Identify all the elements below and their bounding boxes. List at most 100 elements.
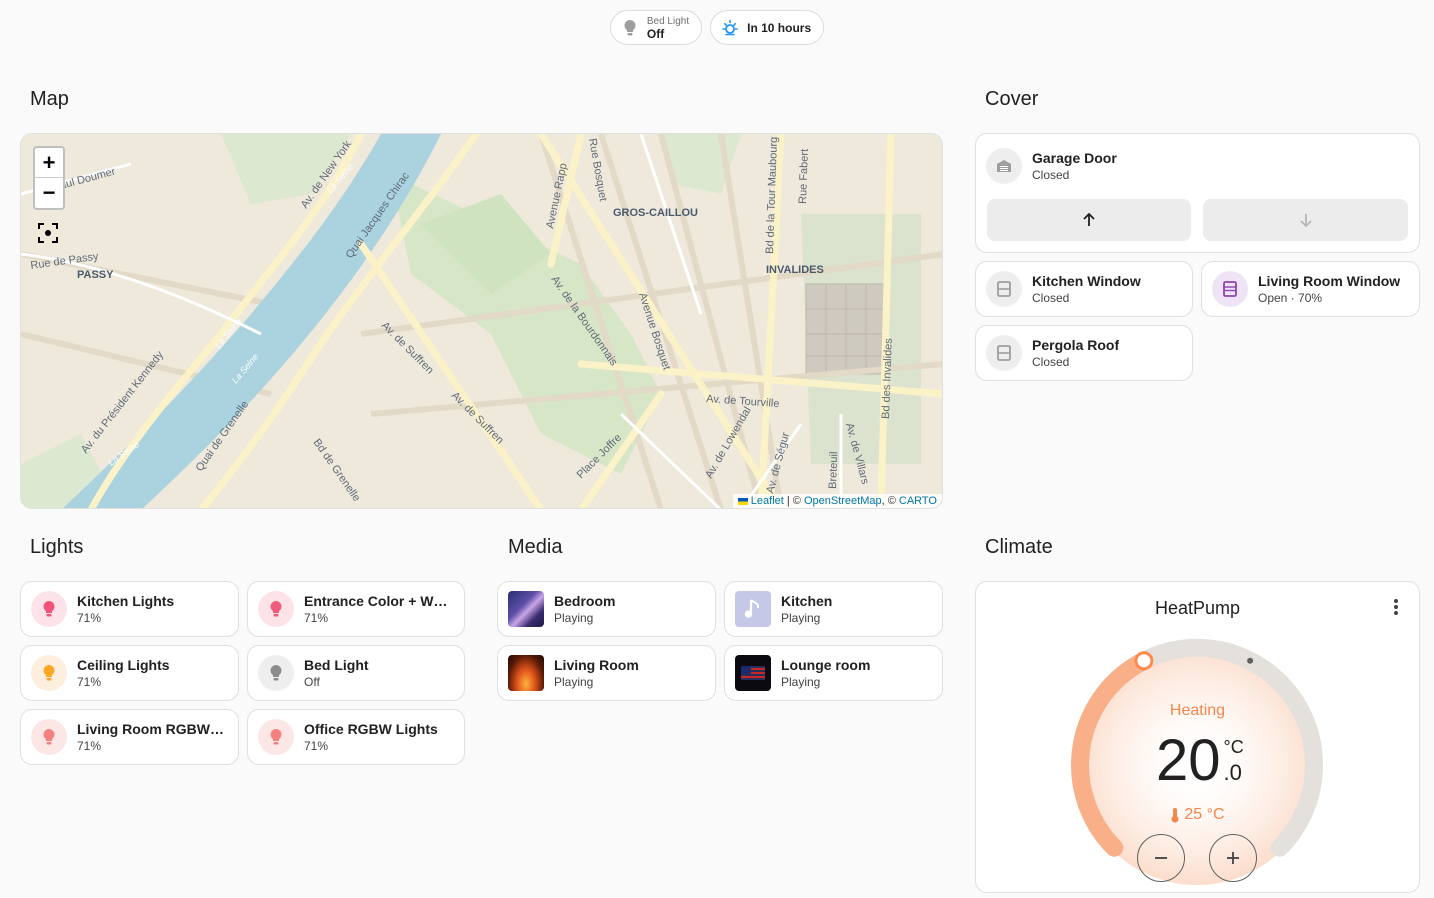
plus-icon: [1227, 852, 1239, 864]
cover-state: Closed: [1032, 291, 1070, 305]
map-attribution: Leaflet | © OpenStreetMap, © CARTO: [732, 494, 942, 508]
window-open-icon: [1212, 271, 1248, 307]
attribution-separator: | ©: [783, 495, 804, 507]
light-state: 71%: [77, 739, 102, 753]
light-name: Ceiling Lights: [77, 657, 170, 673]
cover-tile-kitchen-window[interactable]: Kitchen Window Closed: [975, 261, 1193, 317]
decrease-temperature-button[interactable]: [1137, 834, 1185, 882]
minus-icon: [1155, 857, 1167, 859]
cover-close-button[interactable]: [1203, 199, 1408, 241]
badge-label: Bed Light: [646, 15, 690, 27]
flag-icon: [737, 497, 748, 505]
map-section-title: Map: [30, 88, 69, 110]
target-knob[interactable]: [1134, 651, 1154, 671]
media-state: Playing: [554, 611, 594, 625]
map-card[interactable]: Av. de New York Quai Jacques Chirac Aven…: [20, 133, 943, 509]
svg-text:Rue Fabert: Rue Fabert: [797, 149, 811, 204]
target-temp-unit: °C: [1223, 737, 1244, 757]
media-tile[interactable]: Bedroom Playing: [497, 581, 716, 637]
light-state: 71%: [77, 675, 102, 689]
media-name: Kitchen: [781, 593, 833, 609]
svg-text:GROS-CAILLOU: GROS-CAILLOU: [613, 207, 698, 219]
cover-name: Pergola Roof: [1032, 337, 1120, 353]
cover-name: Kitchen Window: [1032, 273, 1141, 289]
media-tile[interactable]: Lounge room Playing: [724, 645, 943, 701]
up-arrow-icon: [1083, 213, 1095, 226]
zoom-control: + −: [33, 146, 65, 210]
cover-name: Living Room Window: [1258, 273, 1401, 289]
cover-state: Open · 70%: [1258, 291, 1323, 305]
light-name: Kitchen Lights: [77, 593, 175, 609]
media-state: Playing: [554, 675, 594, 689]
cover-state: Closed: [1032, 355, 1070, 369]
thermometer-icon: [1171, 808, 1179, 823]
attribution-separator: , ©: [881, 495, 899, 507]
bulb-icon[interactable]: [258, 719, 294, 755]
current-temp-value: 25 °C: [1184, 806, 1225, 823]
media-name: Living Room: [554, 657, 639, 673]
light-name: Living Room RGBWW Lights: [77, 721, 227, 737]
garage-icon[interactable]: [986, 148, 1022, 184]
light-state: 71%: [77, 611, 102, 625]
bed-light-badge[interactable]: Bed Light Off: [609, 10, 703, 45]
media-name: Bedroom: [554, 593, 616, 609]
light-tile[interactable]: Bed Light Off: [247, 645, 465, 701]
light-tile[interactable]: Living Room RGBWW Lights 71%: [20, 709, 239, 765]
bulb-icon[interactable]: [31, 719, 67, 755]
light-tile[interactable]: Ceiling Lights 71%: [20, 645, 239, 701]
music-note-icon[interactable]: [735, 591, 771, 627]
media-tile[interactable]: Living Room Playing: [497, 645, 716, 701]
sun-badge[interactable]: In 10 hours: [710, 10, 825, 45]
badge-value: In 10 hours: [747, 20, 812, 35]
garage-door-state: Closed: [1032, 168, 1070, 182]
light-name: Entrance Color + White Lights: [304, 593, 454, 609]
current-temperature-marker: [1247, 657, 1254, 664]
down-arrow-icon: [1299, 214, 1312, 227]
light-state: 71%: [304, 611, 329, 625]
lights-section-title: Lights: [30, 536, 84, 558]
bulb-icon[interactable]: [258, 591, 294, 627]
media-state: Playing: [781, 611, 821, 625]
light-state: 71%: [304, 739, 329, 753]
light-tile[interactable]: Kitchen Lights 71%: [20, 581, 239, 637]
bulb-icon[interactable]: [31, 591, 67, 627]
cover-section-title: Cover: [985, 88, 1039, 110]
garage-door-name: Garage Door: [1032, 150, 1117, 166]
cover-tile-living-room-window[interactable]: Living Room Window Open · 70%: [1201, 261, 1420, 317]
cover-tile-pergola-roof[interactable]: Pergola Roof Closed: [975, 325, 1193, 381]
weather-sun-icon: [721, 19, 739, 37]
zoom-out-button[interactable]: −: [35, 178, 63, 208]
target-temp-decimal: .0: [1223, 760, 1242, 785]
media-artwork[interactable]: [508, 655, 544, 691]
leaflet-link[interactable]: Leaflet: [751, 495, 784, 507]
zoom-in-button[interactable]: +: [35, 148, 63, 178]
media-state: Playing: [781, 675, 821, 689]
cover-open-button[interactable]: [987, 199, 1191, 241]
osm-link[interactable]: OpenStreetMap: [804, 495, 882, 507]
light-tile[interactable]: Entrance Color + White Lights 71%: [247, 581, 465, 637]
recenter-icon[interactable]: [37, 222, 59, 244]
light-name: Office RGBW Lights: [304, 721, 438, 737]
bulb-icon[interactable]: [258, 655, 294, 691]
media-section-title: Media: [508, 536, 563, 558]
light-name: Bed Light: [304, 657, 369, 673]
increase-temperature-button[interactable]: [1209, 834, 1257, 882]
media-artwork[interactable]: [735, 655, 771, 691]
bulb-icon[interactable]: [31, 655, 67, 691]
light-tile[interactable]: Office RGBW Lights 71%: [247, 709, 465, 765]
bulb-icon: [621, 19, 639, 37]
media-name: Lounge room: [781, 657, 871, 673]
target-temperature: 20 °C .0: [1156, 728, 1244, 794]
map-tiles: Av. de New York Quai Jacques Chirac Aven…: [21, 134, 942, 508]
target-temp-integer: 20: [1156, 728, 1221, 793]
current-temperature: 25 °C: [976, 806, 1419, 824]
hvac-action: Heating: [1169, 702, 1226, 719]
thermostat-card: HeatPump Heating 20 °C .0 25 °C: [975, 581, 1420, 893]
carto-link[interactable]: CARTO: [899, 495, 937, 507]
svg-text:PASSY: PASSY: [77, 269, 114, 281]
media-artwork[interactable]: [508, 591, 544, 627]
media-tile[interactable]: Kitchen Playing: [724, 581, 943, 637]
window-closed-icon: [986, 271, 1022, 307]
badges-bar: Bed Light Off In 10 hours: [0, 10, 1434, 45]
light-state: Off: [304, 675, 320, 689]
